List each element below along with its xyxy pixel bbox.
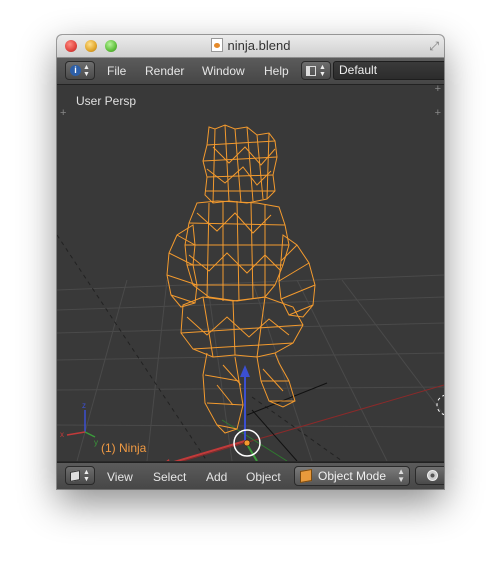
menu-add[interactable]: Add [206, 470, 227, 484]
screen-layout-name[interactable]: Default [333, 61, 444, 80]
menu-window[interactable]: Window [202, 64, 245, 78]
menu-render[interactable]: Render [145, 64, 184, 78]
axis-gizmo: z x y [60, 401, 98, 447]
relationship-line [57, 234, 208, 461]
title-bar: ninja.blend ⤢ [57, 35, 444, 58]
menu-view[interactable]: View [107, 470, 133, 484]
menu-select[interactable]: Select [153, 470, 186, 484]
x-axis-line [181, 384, 444, 461]
viewport-scene: z x y [57, 124, 444, 461]
view-label: User Persp [76, 94, 137, 108]
viewport-shading-selector[interactable] [415, 466, 444, 485]
blend-file-icon [210, 38, 223, 52]
editor-type-icon [70, 469, 81, 482]
window-title-text: ninja.blend [227, 38, 291, 53]
axis-z-label: z [82, 401, 86, 410]
interaction-mode-label: Object Mode [318, 469, 387, 483]
relationship-line [251, 396, 343, 461]
x-arrow-head[interactable] [155, 459, 171, 461]
menu-help[interactable]: Help [264, 64, 289, 78]
chevron-updown-icon: ▲ ▼ [319, 63, 326, 78]
axis-x-label: x [60, 430, 64, 439]
floor-grid [57, 274, 444, 461]
axis-y-label: y [94, 438, 98, 447]
ninja-wireframe [166, 124, 316, 434]
object-mode-icon [300, 468, 312, 484]
3d-viewport[interactable]: z x y User Persp + + + (1) Ninja [57, 85, 444, 461]
manipulator-icon [426, 470, 438, 481]
fullscreen-icon[interactable]: ⤢ [429, 39, 439, 54]
region-expand-icon[interactable]: + [60, 107, 66, 119]
3d-view-header: ▲ ▼ View Select Add Object Object Mode ▲ ▼ [57, 462, 444, 489]
chevron-updown-icon: ▲ ▼ [83, 468, 90, 483]
screen-layout-selector[interactable]: ▲ ▼ [301, 61, 331, 80]
blender-window: ninja.blend ⤢ i ▲ ▼ File Render Window He… [57, 35, 444, 489]
info-header: i ▲ ▼ File Render Window Help ▲ ▼ Default [57, 58, 444, 85]
z-arrow-head[interactable] [240, 365, 250, 377]
region-expand-icon[interactable]: + [435, 107, 441, 119]
object-origin [243, 439, 251, 447]
editor-type-selector[interactable]: ▲ ▼ [65, 466, 95, 485]
region-expand-icon[interactable]: + [435, 85, 441, 95]
active-object-label: (1) Ninja [101, 441, 147, 455]
info-icon: i [70, 65, 82, 76]
chevron-updown-icon: ▲ ▼ [83, 63, 90, 78]
menu-object[interactable]: Object [246, 470, 281, 484]
interaction-mode-select[interactable]: Object Mode ▲ ▼ [294, 466, 410, 486]
lamp-object[interactable] [436, 394, 444, 416]
menu-file[interactable]: File [107, 64, 126, 78]
window-title: ninja.blend [57, 38, 444, 53]
screen-layout-icon [306, 65, 317, 76]
chevron-updown-icon: ▲ ▼ [397, 467, 405, 484]
editor-type-selector[interactable]: i ▲ ▼ [65, 61, 95, 80]
